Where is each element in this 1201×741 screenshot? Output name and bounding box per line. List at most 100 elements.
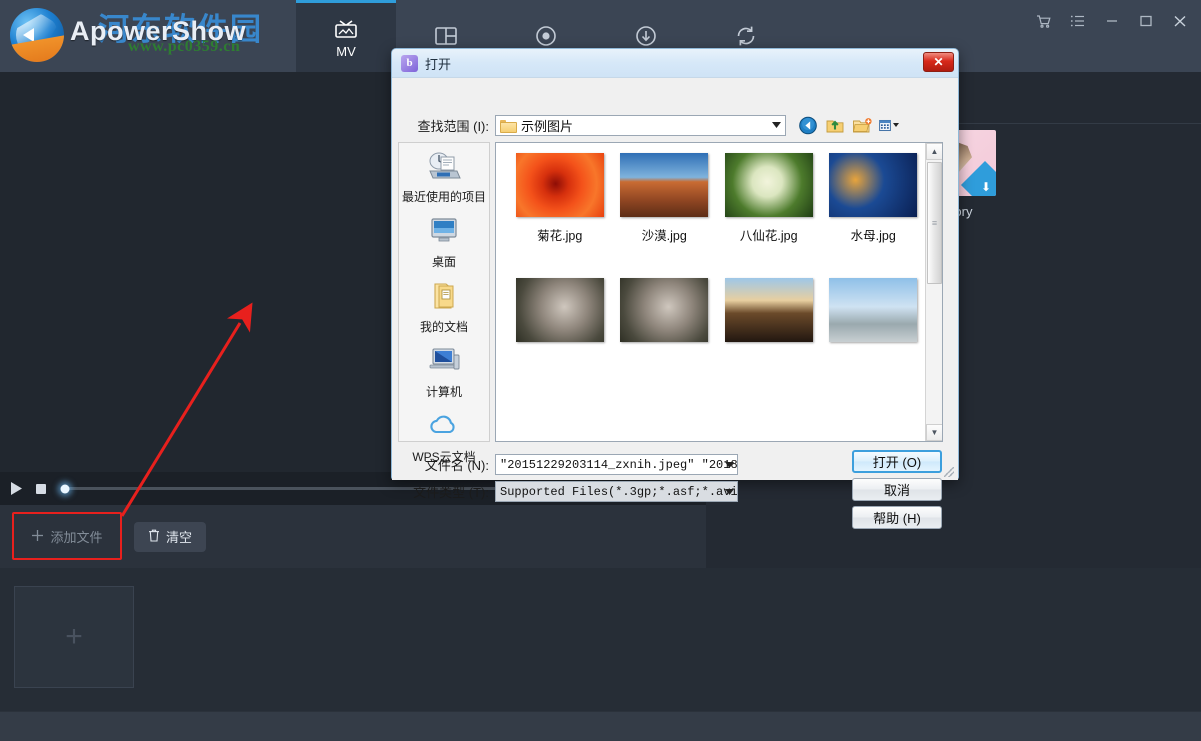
- dialog-body: 查找范围 (I): 示例图片: [392, 78, 958, 480]
- place-label: 桌面: [432, 253, 456, 270]
- dialog-titlebar: b 打开 ✕: [392, 49, 958, 78]
- file-item[interactable]: [613, 278, 717, 350]
- stop-icon[interactable]: [35, 483, 47, 495]
- brand-logo-area: 河东软件园 ApowerShow www.pc0359.cn: [8, 6, 298, 64]
- desktop-icon: [425, 216, 463, 250]
- filename-label: 文件名 (N):: [392, 455, 495, 474]
- media-timeline: +: [0, 568, 1201, 711]
- view-mode-icon[interactable]: [879, 116, 899, 135]
- dialog-toolbar: [798, 116, 899, 135]
- dialog-close-button[interactable]: ✕: [923, 52, 954, 72]
- cloud-icon: [425, 411, 463, 445]
- file-row: 菊花.jpg 沙漠.jpg 八仙花.jpg 水母.jpg: [508, 153, 925, 244]
- trash-icon: [148, 529, 160, 545]
- file-item[interactable]: [822, 278, 926, 350]
- up-folder-icon[interactable]: [825, 116, 845, 135]
- file-item[interactable]: [508, 278, 612, 350]
- apowershow-logo-icon: [8, 6, 66, 64]
- file-thumbnail: [725, 278, 813, 342]
- file-list-inner: 菊花.jpg 沙漠.jpg 八仙花.jpg 水母.jpg: [496, 143, 925, 441]
- new-folder-icon[interactable]: [852, 116, 872, 135]
- filetype-select[interactable]: Supported Files(*.3gp;*.asf;*.avi;*.b: [495, 481, 738, 502]
- place-label: 计算机: [426, 383, 462, 400]
- my-documents-icon: [425, 281, 463, 315]
- add-file-button[interactable]: 添加文件: [14, 518, 120, 556]
- file-thumbnail: [829, 153, 917, 217]
- slot-plus-icon: +: [65, 620, 83, 654]
- add-files-toolbar: 添加文件 清空: [0, 505, 706, 568]
- chevron-down-icon[interactable]: [725, 485, 734, 499]
- recent-items-icon: [425, 151, 463, 185]
- file-list-scrollbar[interactable]: ▲ ≡ ▼: [925, 143, 942, 441]
- list-icon[interactable]: [1063, 8, 1093, 34]
- status-bar: [0, 711, 1201, 741]
- file-item[interactable]: [717, 278, 821, 350]
- file-item[interactable]: 菊花.jpg: [508, 153, 612, 244]
- wps-icon: b: [401, 55, 418, 72]
- dialog-buttons: 打开 (O) 取消 帮助 (H): [852, 450, 944, 534]
- open-button[interactable]: 打开 (O): [852, 450, 942, 473]
- minimize-icon[interactable]: [1097, 8, 1127, 34]
- application-window: 河东软件园 ApowerShow www.pc0359.cn MV: [0, 0, 1201, 741]
- window-controls: [1029, 8, 1195, 34]
- file-thumbnail: [829, 278, 917, 342]
- clear-button[interactable]: 清空: [134, 522, 206, 552]
- dialog-resize-grip[interactable]: [944, 467, 954, 477]
- download-arrow-icon: ⬇: [981, 181, 991, 193]
- place-computer[interactable]: 计算机: [399, 346, 489, 400]
- tab-mv[interactable]: MV: [296, 0, 396, 72]
- cart-icon[interactable]: [1029, 8, 1059, 34]
- clear-label: 清空: [166, 527, 192, 546]
- chevron-down-icon[interactable]: [769, 118, 783, 132]
- place-my-documents[interactable]: 我的文档: [399, 281, 489, 335]
- scrollbar-thumb[interactable]: ≡: [927, 162, 942, 284]
- file-name: 沙漠.jpg: [642, 225, 687, 244]
- collage-icon: [433, 25, 459, 47]
- watermark-url: www.pc0359.cn: [128, 38, 240, 56]
- dialog-title: 打开: [425, 54, 451, 73]
- places-sidebar: 最近使用的项目 桌面: [398, 142, 490, 442]
- file-item[interactable]: 沙漠.jpg: [613, 153, 717, 244]
- tab-mv-label: MV: [336, 44, 356, 59]
- look-in-combobox[interactable]: 示例图片: [495, 115, 786, 136]
- filetype-label: 文件类型 (T):: [392, 482, 495, 501]
- file-row: [508, 278, 925, 350]
- file-item[interactable]: 八仙花.jpg: [717, 153, 821, 244]
- playback-knob[interactable]: [61, 484, 70, 493]
- tv-icon: [333, 17, 359, 39]
- convert-icon: [733, 24, 759, 48]
- play-icon[interactable]: [10, 481, 23, 496]
- place-desktop[interactable]: 桌面: [399, 216, 489, 270]
- look-in-row: 查找范围 (I): 示例图片: [392, 112, 960, 138]
- filename-value: "20151229203114_zxnih.jpeg" "2018-03-: [500, 458, 738, 472]
- place-label: 最近使用的项目: [402, 188, 486, 205]
- file-name: 水母.jpg: [851, 225, 896, 244]
- open-file-dialog: b 打开 ✕ 查找范围 (I): 示例图片: [391, 48, 959, 480]
- record-icon: [533, 24, 559, 48]
- filename-row: 文件名 (N): "20151229203114_zxnih.jpeg" "20…: [392, 454, 738, 475]
- filename-input[interactable]: "20151229203114_zxnih.jpeg" "2018-03-: [495, 454, 738, 475]
- scroll-up-arrow-icon[interactable]: ▲: [926, 143, 943, 160]
- place-recent-items[interactable]: 最近使用的项目: [399, 151, 489, 205]
- scroll-down-arrow-icon[interactable]: ▼: [926, 424, 943, 441]
- file-thumbnail: [620, 278, 708, 342]
- current-folder-name: 示例图片: [521, 116, 573, 135]
- empty-media-slot[interactable]: +: [14, 586, 134, 688]
- filetype-row: 文件类型 (T): Supported Files(*.3gp;*.asf;*.…: [392, 481, 738, 502]
- add-file-label: 添加文件: [50, 527, 102, 546]
- file-item[interactable]: 水母.jpg: [822, 153, 926, 244]
- place-label: 我的文档: [420, 318, 468, 335]
- chevron-down-icon[interactable]: [725, 458, 734, 472]
- file-thumbnail: [516, 153, 604, 217]
- close-icon[interactable]: [1165, 8, 1195, 34]
- filetype-value: Supported Files(*.3gp;*.asf;*.avi;*.b: [500, 485, 738, 499]
- maximize-icon[interactable]: [1131, 8, 1161, 34]
- folder-icon: [500, 119, 515, 131]
- look-in-label: 查找范围 (I):: [392, 116, 495, 135]
- cancel-button[interactable]: 取消: [852, 478, 942, 501]
- back-icon[interactable]: [798, 116, 818, 135]
- file-thumbnail: [516, 278, 604, 342]
- help-button[interactable]: 帮助 (H): [852, 506, 942, 529]
- file-thumbnail: [725, 153, 813, 217]
- file-list[interactable]: 菊花.jpg 沙漠.jpg 八仙花.jpg 水母.jpg: [495, 142, 943, 442]
